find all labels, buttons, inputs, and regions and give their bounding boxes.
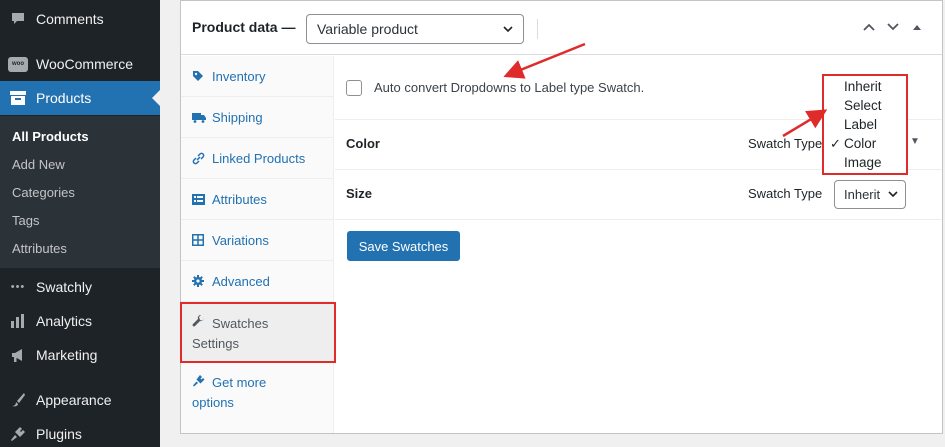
annotation-arrow-dropdown	[782, 109, 828, 138]
annotation-arrows	[503, 42, 828, 138]
annotation-arrow-checkbox	[503, 42, 586, 79]
